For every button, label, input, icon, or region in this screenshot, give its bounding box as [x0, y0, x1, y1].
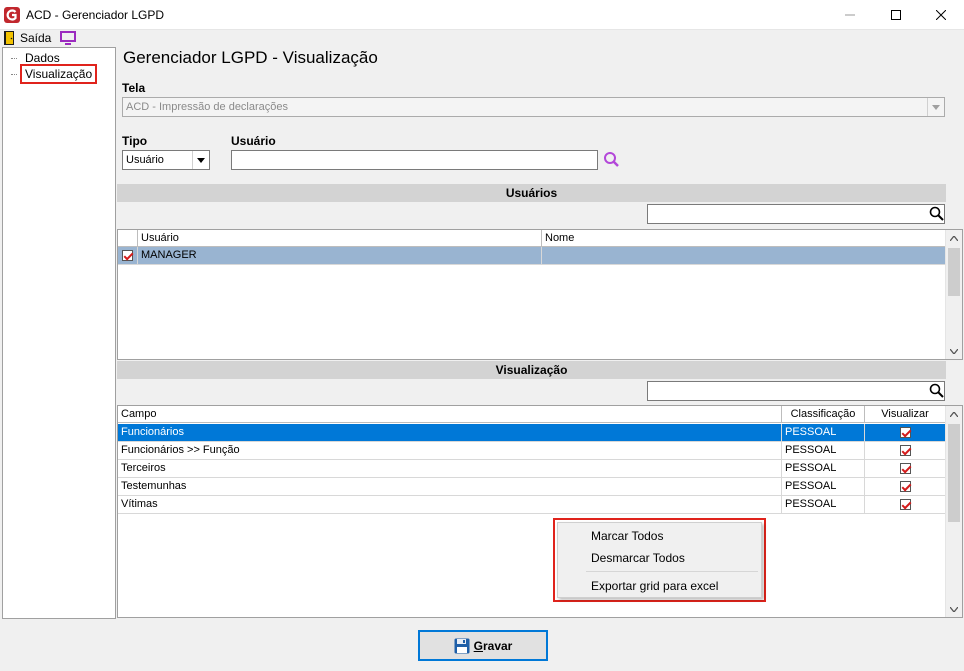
maximize-button[interactable]: [873, 0, 919, 30]
floppy-disk-icon: [454, 638, 470, 653]
cell-visualizar[interactable]: [865, 424, 946, 442]
cell-classificacao: PESSOAL: [782, 460, 865, 478]
table-row[interactable]: Testemunhas PESSOAL: [118, 478, 946, 496]
table-row[interactable]: Funcionários PESSOAL: [118, 424, 946, 442]
tree-connector: [11, 58, 17, 59]
cell-visualizar[interactable]: [865, 478, 946, 496]
cell-classificacao: PESSOAL: [782, 496, 865, 514]
cell-campo: Funcionários >> Função: [118, 442, 782, 460]
scroll-thumb[interactable]: [948, 424, 960, 522]
column-header-check[interactable]: [118, 230, 138, 247]
cell-visualizar[interactable]: [865, 442, 946, 460]
window-title: ACD - Gerenciador LGPD: [26, 8, 165, 22]
tree-item-visualizacao[interactable]: Visualização: [19, 64, 98, 84]
scroll-down-icon[interactable]: [946, 601, 962, 617]
title-bar: ACD - Gerenciador LGPD: [0, 0, 964, 30]
door-exit-icon[interactable]: [4, 31, 16, 45]
tree-connector: [11, 74, 17, 75]
minimize-icon: [845, 14, 855, 16]
visualizacao-section-header: Visualização: [117, 361, 946, 379]
visualizacao-grid: Campo Classificação Visualizar Funcionár…: [117, 405, 963, 618]
cell-visualizar[interactable]: [865, 496, 946, 514]
tipo-label: Tipo: [122, 134, 148, 148]
vertical-scrollbar[interactable]: [945, 230, 962, 359]
maximize-icon: [891, 10, 901, 20]
tipo-select[interactable]: Usuário: [122, 150, 210, 170]
row-checkbox[interactable]: [122, 250, 133, 261]
search-icon[interactable]: [601, 150, 623, 170]
visualizar-checkbox[interactable]: [899, 445, 911, 456]
row-checkbox-cell[interactable]: [118, 247, 138, 265]
visualizar-checkbox[interactable]: [899, 463, 911, 474]
usuarios-section-header: Usuários: [117, 184, 946, 202]
cell-campo: Terceiros: [118, 460, 782, 478]
vertical-scrollbar[interactable]: [945, 406, 962, 617]
monitor-icon[interactable]: [60, 31, 76, 45]
scroll-up-icon[interactable]: [946, 406, 962, 422]
table-row[interactable]: Funcionários >> Função PESSOAL: [118, 442, 946, 460]
tipo-select-value: Usuário: [126, 154, 164, 166]
column-header-campo[interactable]: Campo: [118, 406, 782, 423]
menu-separator: [586, 571, 758, 572]
search-icon[interactable]: [928, 381, 946, 401]
close-icon: [936, 10, 946, 20]
cell-usuario: MANAGER: [138, 247, 542, 265]
cell-campo: Testemunhas: [118, 478, 782, 496]
tela-select[interactable]: ACD - Impressão de declarações: [122, 97, 945, 117]
usuario-input[interactable]: [231, 150, 598, 170]
table-row[interactable]: Terceiros PESSOAL: [118, 460, 946, 478]
usuario-label: Usuário: [231, 134, 276, 148]
column-header-visualizar[interactable]: Visualizar: [865, 406, 946, 423]
menu-item-exportar-excel[interactable]: Exportar grid para excel: [591, 579, 718, 593]
app-logo-icon: [4, 7, 20, 23]
menu-item-desmarcar-todos[interactable]: Desmarcar Todos: [591, 551, 685, 565]
cell-classificacao: PESSOAL: [782, 424, 865, 442]
visualizar-checkbox[interactable]: [899, 499, 911, 510]
column-header-classificacao[interactable]: Classificação: [782, 406, 865, 423]
cell-classificacao: PESSOAL: [782, 478, 865, 496]
toolbar: Saída: [0, 30, 964, 46]
visualizar-checkbox[interactable]: [899, 427, 911, 438]
cell-campo: Funcionários: [118, 424, 782, 442]
scroll-down-icon[interactable]: [946, 343, 962, 359]
column-header-usuario[interactable]: Usuário: [138, 230, 542, 247]
search-icon[interactable]: [928, 204, 946, 224]
visualizar-checkbox[interactable]: [899, 481, 911, 492]
column-header-nome[interactable]: Nome: [542, 230, 946, 247]
usuarios-filter-input[interactable]: [647, 204, 945, 224]
cell-visualizar[interactable]: [865, 460, 946, 478]
visualizacao-filter-input[interactable]: [647, 381, 945, 401]
cell-campo: Vítimas: [118, 496, 782, 514]
chevron-down-icon[interactable]: [927, 98, 944, 116]
table-row[interactable]: Vítimas PESSOAL: [118, 496, 946, 514]
menu-item-marcar-todos[interactable]: Marcar Todos: [591, 529, 663, 543]
context-menu: Marcar Todos Desmarcar Todos Exportar gr…: [557, 522, 762, 598]
gravar-button[interactable]: Gravar: [418, 630, 548, 661]
navigation-tree: Dados Visualização: [2, 47, 116, 619]
table-row[interactable]: MANAGER: [118, 247, 946, 265]
chevron-down-icon[interactable]: [192, 151, 209, 169]
scroll-up-icon[interactable]: [946, 230, 962, 246]
page-title: Gerenciador LGPD - Visualização: [123, 48, 378, 67]
cell-nome: [542, 247, 946, 265]
usuarios-grid: Usuário Nome MANAGER: [117, 229, 963, 360]
minimize-button[interactable]: [827, 0, 873, 30]
tree-item-dados[interactable]: Dados: [23, 51, 62, 65]
cell-classificacao: PESSOAL: [782, 442, 865, 460]
tela-select-value: ACD - Impressão de declarações: [126, 101, 289, 113]
exit-label[interactable]: Saída: [20, 31, 51, 45]
scroll-thumb[interactable]: [948, 248, 960, 296]
tela-label: Tela: [122, 81, 146, 95]
gravar-label: Gravar: [473, 638, 513, 653]
close-button[interactable]: [918, 0, 964, 30]
